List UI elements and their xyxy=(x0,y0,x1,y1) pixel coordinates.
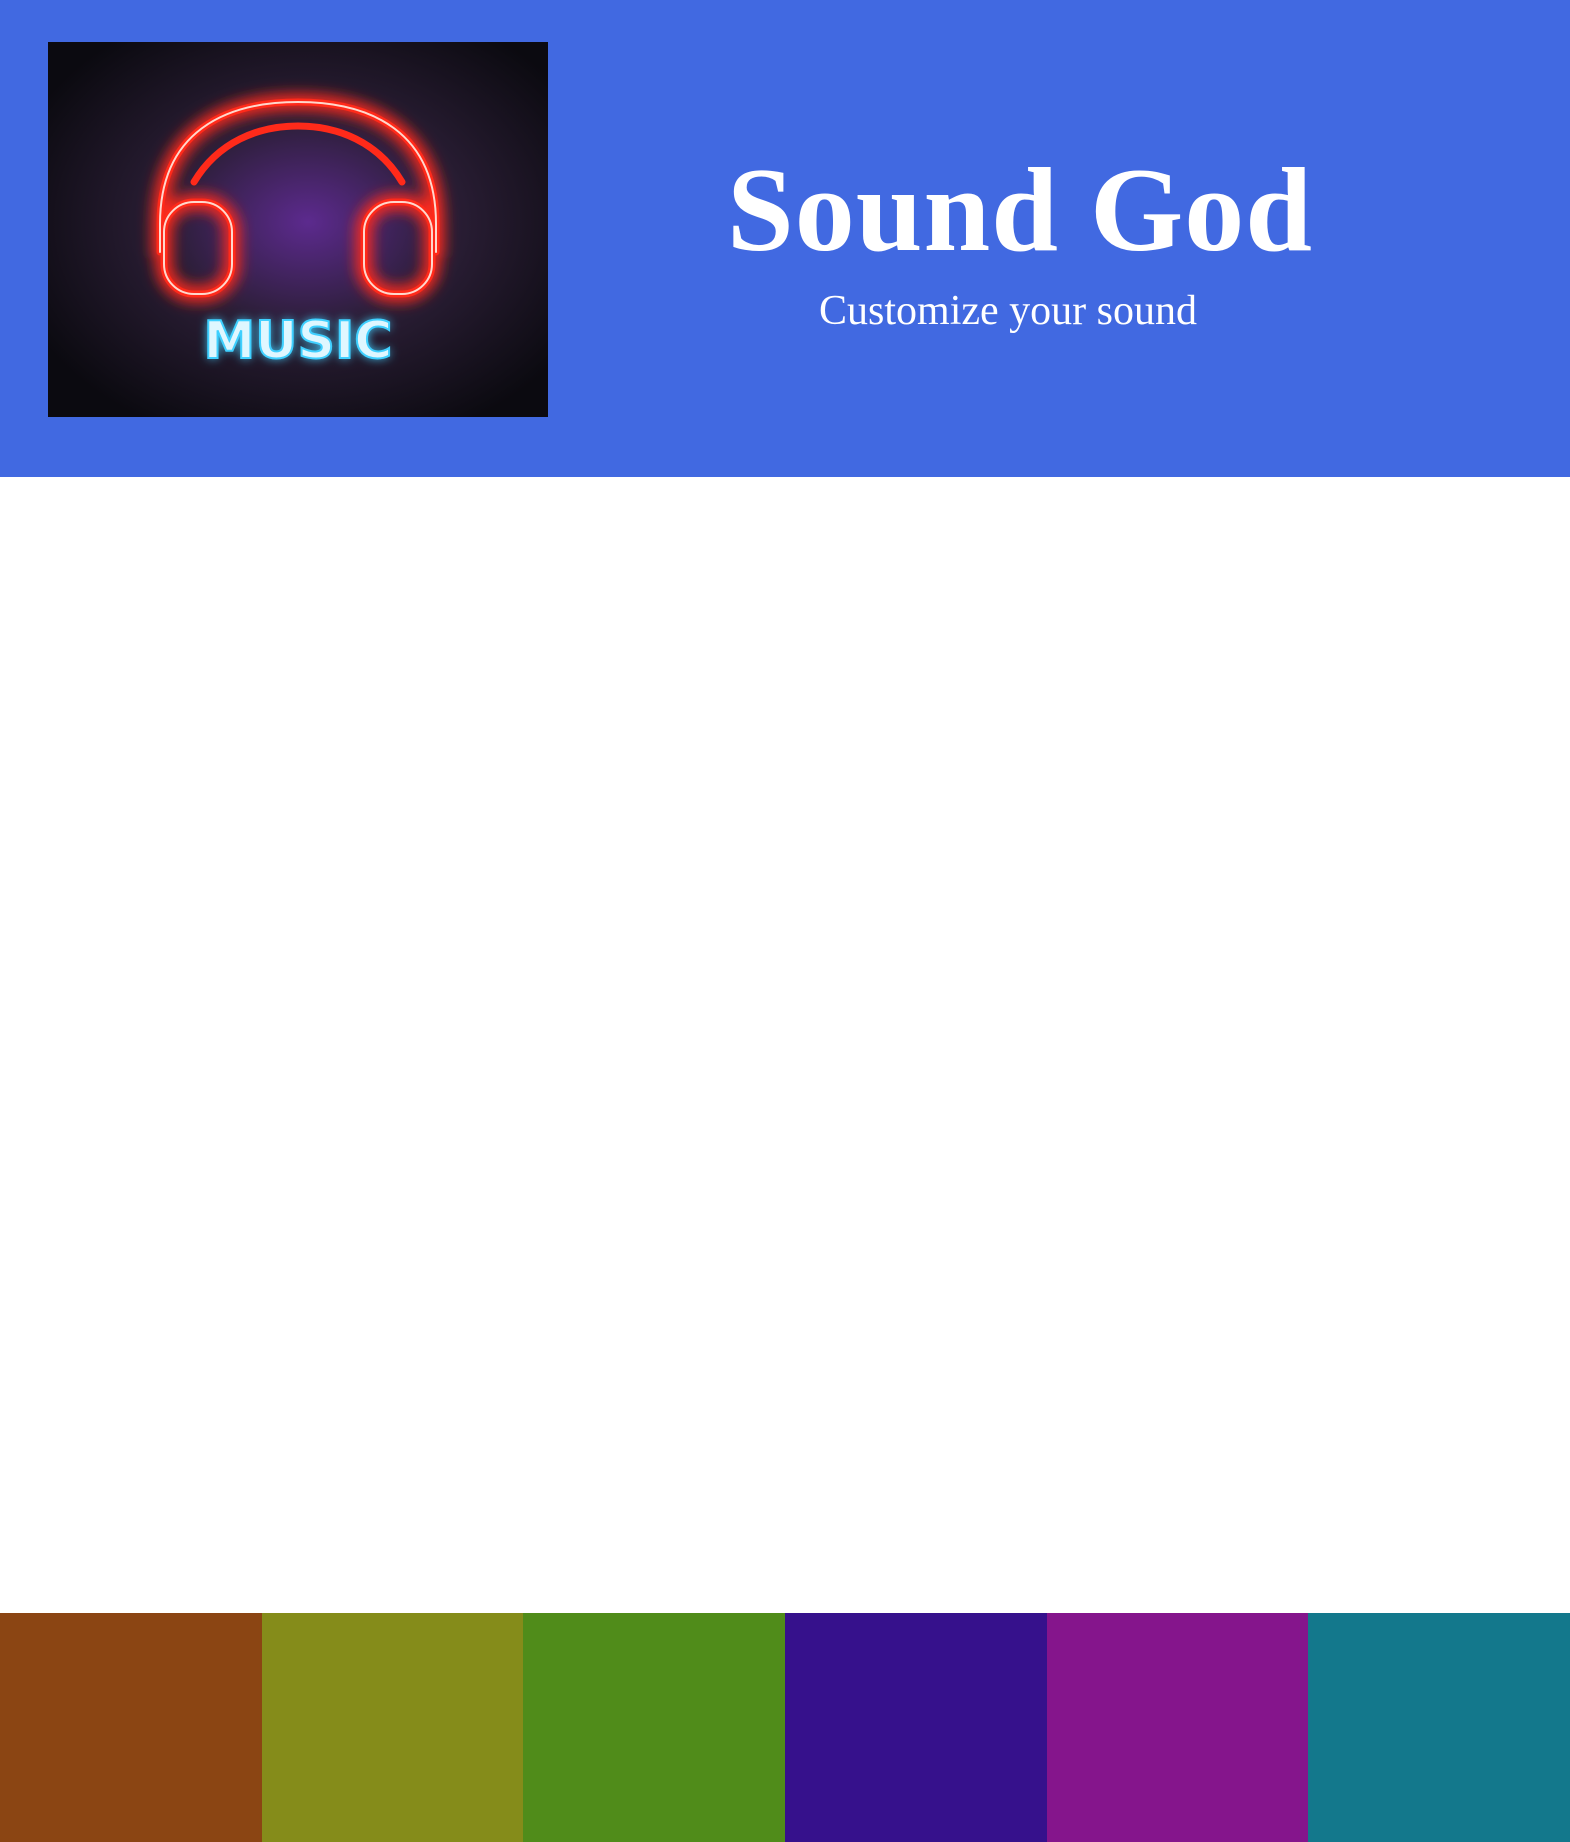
site-title: Sound God xyxy=(726,143,1314,276)
swatch-green[interactable] xyxy=(523,1613,786,1842)
swatch-brown[interactable] xyxy=(0,1613,262,1842)
swatch-purple[interactable] xyxy=(1046,1613,1309,1842)
color-swatch-bar xyxy=(0,1613,1570,1842)
logo-text: MUSIC xyxy=(204,311,393,371)
music-logo: MUSIC MUSIC xyxy=(48,42,548,417)
swatch-indigo[interactable] xyxy=(785,1613,1047,1842)
site-header: MUSIC MUSIC Sound God Customize your sou… xyxy=(0,0,1570,477)
swatch-teal[interactable] xyxy=(1308,1613,1570,1842)
brand-block: Sound God Customize your sound xyxy=(640,143,1400,333)
site-subtitle: Customize your sound xyxy=(819,288,1197,334)
swatch-olive[interactable] xyxy=(261,1613,524,1842)
